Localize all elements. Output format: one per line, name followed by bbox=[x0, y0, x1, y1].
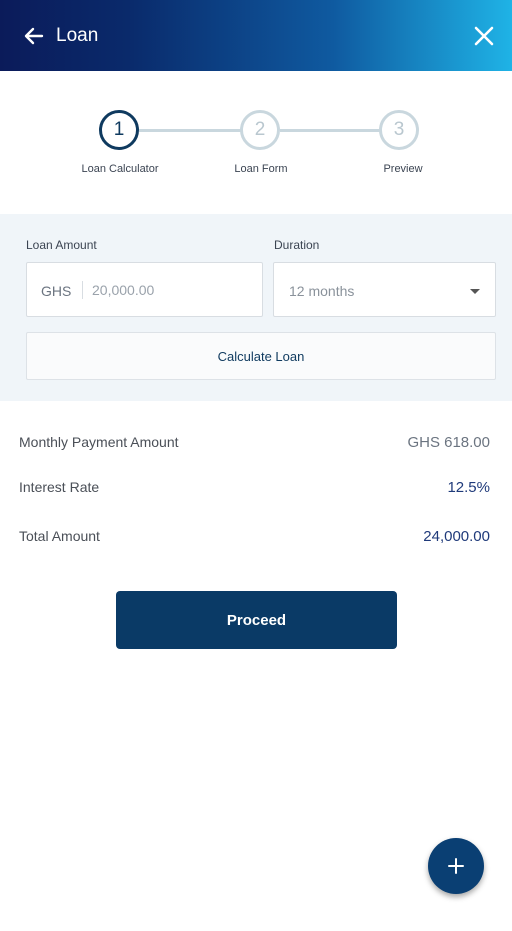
monthly-payment-label: Monthly Payment Amount bbox=[19, 434, 179, 450]
add-fab-button[interactable] bbox=[428, 838, 484, 894]
currency-prefix: GHS bbox=[41, 283, 72, 299]
close-icon bbox=[474, 26, 494, 46]
back-button[interactable] bbox=[20, 22, 48, 50]
loan-amount-field[interactable]: GHS bbox=[26, 262, 263, 317]
plus-icon bbox=[448, 858, 464, 874]
step-3-circle[interactable]: 3 bbox=[379, 110, 419, 150]
loan-calculator-form: Loan Amount Duration GHS 12 months Calcu… bbox=[0, 214, 512, 401]
progress-stepper: 1 2 3 Loan Calculator Loan Form Preview bbox=[0, 71, 512, 214]
prefix-divider bbox=[82, 281, 83, 299]
calculate-loan-button[interactable]: Calculate Loan bbox=[26, 332, 496, 380]
step-2-label: Loan Form bbox=[234, 163, 288, 175]
step-connector bbox=[139, 129, 242, 132]
loan-amount-label: Loan Amount bbox=[26, 238, 97, 252]
total-amount-label: Total Amount bbox=[19, 528, 100, 544]
total-amount-row: Total Amount 24,000.00 bbox=[19, 528, 490, 552]
total-amount-value: 24,000.00 bbox=[423, 528, 490, 545]
loan-amount-input[interactable] bbox=[92, 276, 252, 304]
duration-select[interactable]: 12 months bbox=[273, 262, 496, 317]
step-3-label: Preview bbox=[383, 163, 423, 175]
interest-rate-row: Interest Rate 12.5% bbox=[19, 479, 490, 503]
arrow-left-icon bbox=[24, 27, 44, 45]
monthly-payment-value: GHS 618.00 bbox=[407, 434, 490, 451]
close-button[interactable] bbox=[470, 22, 498, 50]
duration-value: 12 months bbox=[289, 283, 355, 299]
step-1-circle[interactable]: 1 bbox=[99, 110, 139, 150]
step-connector bbox=[280, 129, 381, 132]
loan-screen: Loan 1 2 3 Loan Calculator Loan Form Pre… bbox=[0, 0, 512, 931]
page-title: Loan bbox=[56, 25, 99, 46]
dropdown-caret-icon bbox=[470, 289, 480, 294]
proceed-button[interactable]: Proceed bbox=[116, 591, 397, 649]
interest-rate-value: 12.5% bbox=[447, 479, 490, 496]
duration-label: Duration bbox=[274, 238, 320, 252]
step-2-circle[interactable]: 2 bbox=[240, 110, 280, 150]
monthly-payment-row: Monthly Payment Amount GHS 618.00 bbox=[19, 434, 490, 458]
app-header: Loan bbox=[0, 0, 512, 71]
interest-rate-label: Interest Rate bbox=[19, 479, 100, 495]
step-1-label: Loan Calculator bbox=[81, 163, 159, 175]
